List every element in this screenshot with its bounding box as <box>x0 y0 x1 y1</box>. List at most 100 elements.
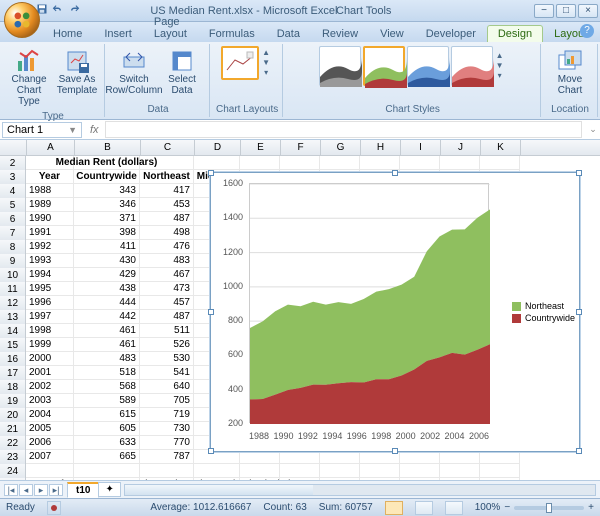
cell[interactable]: 589 <box>74 394 140 408</box>
cell[interactable]: 476 <box>140 240 194 254</box>
sheet-tab-new[interactable]: ✦ <box>98 482 120 497</box>
cell[interactable]: 730 <box>140 422 194 436</box>
cell[interactable]: 770 <box>140 436 194 450</box>
tab-developer[interactable]: Developer <box>415 25 487 42</box>
row-header[interactable]: 13 <box>0 310 26 324</box>
cell[interactable] <box>320 156 360 170</box>
cell[interactable]: 487 <box>140 212 194 226</box>
row-header[interactable]: 8 <box>0 240 26 254</box>
view-page-layout-icon[interactable] <box>415 501 433 515</box>
select-all-corner[interactable] <box>0 140 27 155</box>
tab-nav-next[interactable]: ▸ <box>34 484 48 496</box>
cell[interactable]: 1993 <box>26 254 74 268</box>
cell[interactable]: 2002 <box>26 380 74 394</box>
cell[interactable] <box>194 464 240 478</box>
cell[interactable] <box>440 464 480 478</box>
view-normal-icon[interactable] <box>385 501 403 515</box>
cell[interactable] <box>240 478 280 480</box>
cell[interactable]: 1991 <box>26 226 74 240</box>
cell[interactable]: 526 <box>140 338 194 352</box>
col-header[interactable]: E <box>241 140 281 155</box>
cell[interactable] <box>240 464 280 478</box>
cell[interactable] <box>320 478 360 480</box>
cell[interactable]: 453 <box>140 198 194 212</box>
chart-style-1[interactable] <box>319 46 361 86</box>
cell[interactable]: 2004 <box>26 408 74 422</box>
chart-style-4[interactable] <box>451 46 493 86</box>
cell[interactable] <box>140 478 194 480</box>
cell[interactable]: 343 <box>74 184 140 198</box>
cell[interactable]: 457 <box>140 296 194 310</box>
cell[interactable]: 461 <box>74 324 140 338</box>
cell[interactable]: 705 <box>140 394 194 408</box>
cell[interactable]: 787 <box>140 450 194 464</box>
worksheet-grid[interactable]: A B C D E F G H I J K 2Median Rent (doll… <box>0 140 600 480</box>
save-as-template-button[interactable]: Save As Template <box>54 46 100 109</box>
cell[interactable]: 1990 <box>26 212 74 226</box>
cell[interactable]: 518 <box>74 366 140 380</box>
cell[interactable]: 605 <box>74 422 140 436</box>
col-header[interactable]: G <box>321 140 361 155</box>
cell[interactable]: Year <box>26 170 74 184</box>
cell[interactable]: 2003 <box>26 394 74 408</box>
tab-insert[interactable]: Insert <box>93 25 143 42</box>
layout-gallery-arrows[interactable]: ▲▼▾ <box>261 48 273 78</box>
cell[interactable] <box>400 156 440 170</box>
cell[interactable]: 473 <box>140 282 194 296</box>
row-header[interactable]: 4 <box>0 184 26 198</box>
cell[interactable]: 461 <box>74 338 140 352</box>
cell[interactable] <box>140 156 194 170</box>
col-header[interactable]: H <box>361 140 401 155</box>
embedded-chart[interactable]: 2004006008001000120014001600 19881990199… <box>210 172 580 452</box>
row-header[interactable]: 12 <box>0 296 26 310</box>
cell[interactable] <box>74 478 140 480</box>
tab-page-layout[interactable]: Page Layout <box>143 13 198 42</box>
cell[interactable]: Median Rent (dollars) <box>74 156 140 170</box>
cell[interactable]: Countrywide <box>74 170 140 184</box>
cell[interactable]: 444 <box>74 296 140 310</box>
cell[interactable]: 411 <box>74 240 140 254</box>
name-box[interactable]: Chart 1▼ <box>2 122 82 138</box>
cell[interactable]: 640 <box>140 380 194 394</box>
tab-view[interactable]: View <box>369 25 415 42</box>
cell[interactable]: 1994 <box>26 268 74 282</box>
cell[interactable] <box>440 478 480 480</box>
cell[interactable] <box>440 450 480 464</box>
cell[interactable]: 429 <box>74 268 140 282</box>
cell[interactable]: 371 <box>74 212 140 226</box>
cell[interactable] <box>280 478 320 480</box>
cell[interactable]: 2006 <box>26 436 74 450</box>
cell[interactable]: 2000 <box>26 352 74 366</box>
cell[interactable] <box>280 450 320 464</box>
column-headers[interactable]: A B C D E F G H I J K <box>0 140 600 156</box>
cell[interactable] <box>194 450 240 464</box>
style-gallery-arrows[interactable]: ▲▼▾ <box>495 51 507 81</box>
row-header[interactable]: 19 <box>0 394 26 408</box>
row-header[interactable]: 9 <box>0 254 26 268</box>
cell[interactable] <box>240 450 280 464</box>
tab-home[interactable]: Home <box>42 25 93 42</box>
col-header[interactable]: C <box>141 140 195 155</box>
horizontal-scrollbar[interactable] <box>124 484 596 496</box>
row-header[interactable]: 17 <box>0 366 26 380</box>
cell[interactable]: 1997 <box>26 310 74 324</box>
row-header[interactable]: 21 <box>0 422 26 436</box>
cell[interactable] <box>320 450 360 464</box>
cell[interactable]: 398 <box>74 226 140 240</box>
minimize-button[interactable]: − <box>534 4 554 18</box>
cell[interactable]: 346 <box>74 198 140 212</box>
cell[interactable]: Northeast <box>140 170 194 184</box>
row-header[interactable]: 7 <box>0 226 26 240</box>
cell[interactable]: 442 <box>74 310 140 324</box>
cell[interactable]: 483 <box>140 254 194 268</box>
cell[interactable] <box>400 478 440 480</box>
cell[interactable]: 568 <box>74 380 140 394</box>
cell[interactable]: 1998 <box>26 324 74 338</box>
cell[interactable]: 1992 <box>26 240 74 254</box>
cell[interactable]: 1989 <box>26 198 74 212</box>
cell[interactable]: 438 <box>74 282 140 296</box>
office-button[interactable] <box>4 2 40 38</box>
row-header[interactable]: 14 <box>0 324 26 338</box>
tab-formulas[interactable]: Formulas <box>198 25 266 42</box>
tab-nav-first[interactable]: |◂ <box>4 484 18 496</box>
